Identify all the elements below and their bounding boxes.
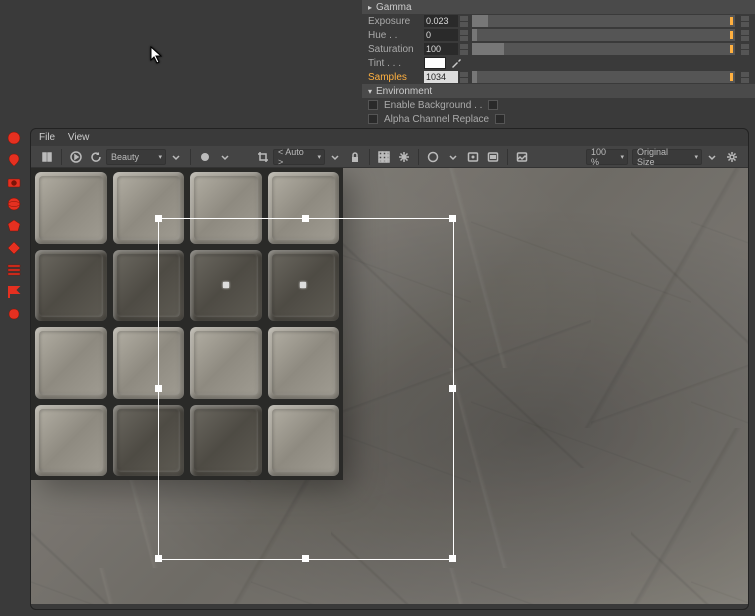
size-dropdown[interactable]: Original Size bbox=[632, 149, 702, 165]
handle-mr[interactable] bbox=[449, 385, 456, 392]
section-gamma[interactable]: Gamma bbox=[362, 0, 755, 14]
dropdown-caret-icon[interactable] bbox=[327, 149, 343, 165]
viewer-menubar: File View bbox=[31, 129, 748, 146]
enable-bg-label: Enable Background . . bbox=[384, 100, 482, 111]
sphere-icon[interactable] bbox=[4, 128, 24, 148]
row-alpha: Alpha Channel Replace bbox=[362, 112, 755, 126]
enable-bg-checkbox-2[interactable] bbox=[488, 100, 498, 110]
hue-label: Hue . . bbox=[368, 30, 424, 41]
hue-spinner[interactable] bbox=[460, 29, 468, 41]
samples-spinner[interactable] bbox=[460, 71, 468, 83]
samples-slider[interactable] bbox=[472, 71, 735, 83]
enable-bg-checkbox[interactable] bbox=[368, 100, 378, 110]
exposure-slider[interactable] bbox=[472, 15, 735, 27]
play-icon[interactable] bbox=[68, 149, 84, 165]
exposure-spinner[interactable] bbox=[460, 15, 468, 27]
saturation-slider[interactable] bbox=[472, 43, 735, 55]
snowflake-icon[interactable] bbox=[396, 149, 412, 165]
menu-view[interactable]: View bbox=[68, 132, 90, 143]
row-tint: Tint . . . bbox=[362, 56, 755, 70]
handle-bm[interactable] bbox=[302, 555, 309, 562]
blob-icon[interactable] bbox=[4, 304, 24, 324]
row-samples: Samples bbox=[362, 70, 755, 84]
tile bbox=[35, 327, 107, 399]
saturation-input[interactable] bbox=[424, 43, 458, 55]
tint-swatch[interactable] bbox=[424, 57, 446, 69]
samples-spinner-right[interactable] bbox=[741, 71, 749, 83]
row-saturation: Saturation bbox=[362, 42, 755, 56]
layer-dropdown[interactable]: Beauty bbox=[106, 149, 166, 165]
alpha-checkbox[interactable] bbox=[368, 114, 378, 124]
auto-dropdown[interactable]: < Auto > bbox=[273, 149, 325, 165]
render-viewer: File View Beauty < Auto > 100 % Original… bbox=[30, 128, 749, 610]
handle-br[interactable] bbox=[449, 555, 456, 562]
handle-bl[interactable] bbox=[155, 555, 162, 562]
tile bbox=[35, 405, 107, 477]
separator bbox=[418, 149, 419, 165]
tile bbox=[35, 250, 107, 322]
dropdown-caret-icon[interactable] bbox=[445, 149, 461, 165]
snapshot-a-icon[interactable] bbox=[465, 149, 481, 165]
dropdown-caret-icon[interactable] bbox=[704, 149, 720, 165]
hue-spinner-right[interactable] bbox=[741, 29, 749, 41]
alpha-checkbox-2[interactable] bbox=[495, 114, 505, 124]
image-icon[interactable] bbox=[514, 149, 530, 165]
polyhedron-icon[interactable] bbox=[4, 216, 24, 236]
handle-tl[interactable] bbox=[155, 215, 162, 222]
render-canvas[interactable] bbox=[31, 168, 748, 604]
zoom-dropdown[interactable]: 100 % bbox=[586, 149, 628, 165]
circle-icon[interactable] bbox=[425, 149, 441, 165]
pause-icon[interactable] bbox=[39, 149, 55, 165]
selection-rectangle[interactable] bbox=[158, 218, 454, 560]
globe-icon[interactable] bbox=[4, 194, 24, 214]
gear-icon[interactable] bbox=[724, 149, 740, 165]
tile bbox=[35, 172, 107, 244]
properties-panel: Gamma Exposure Hue . . Saturation Tint .… bbox=[362, 0, 755, 118]
hue-slider[interactable] bbox=[472, 29, 735, 41]
row-hue: Hue . . bbox=[362, 28, 755, 42]
separator bbox=[369, 149, 370, 165]
separator bbox=[61, 149, 62, 165]
camera-icon[interactable] bbox=[4, 172, 24, 192]
crop-icon[interactable] bbox=[255, 149, 271, 165]
separator bbox=[507, 149, 508, 165]
saturation-label: Saturation bbox=[368, 44, 424, 55]
samples-label: Samples bbox=[368, 72, 424, 83]
separator bbox=[190, 149, 191, 165]
diamond-icon[interactable] bbox=[4, 238, 24, 258]
tool-strip bbox=[2, 128, 26, 324]
lock-icon[interactable] bbox=[347, 149, 363, 165]
exposure-label: Exposure bbox=[368, 16, 424, 27]
handle-tm[interactable] bbox=[302, 215, 309, 222]
refresh-icon[interactable] bbox=[88, 149, 104, 165]
exposure-spinner-right[interactable] bbox=[741, 15, 749, 27]
saturation-spinner-right[interactable] bbox=[741, 43, 749, 55]
samples-input[interactable] bbox=[424, 71, 458, 83]
flag-icon[interactable] bbox=[4, 282, 24, 302]
alpha-label: Alpha Channel Replace bbox=[384, 114, 489, 125]
section-environment[interactable]: Environment bbox=[362, 84, 755, 98]
menu-file[interactable]: File bbox=[39, 132, 55, 143]
section-gamma-label: Gamma bbox=[376, 2, 412, 13]
list-icon[interactable] bbox=[4, 260, 24, 280]
row-exposure: Exposure bbox=[362, 14, 755, 28]
dropdown-caret-icon[interactable] bbox=[168, 149, 184, 165]
tint-label: Tint . . . bbox=[368, 58, 424, 69]
eyedropper-icon[interactable] bbox=[450, 57, 462, 69]
dropdown-caret-icon[interactable] bbox=[217, 149, 233, 165]
saturation-spinner[interactable] bbox=[460, 43, 468, 55]
pin-icon[interactable] bbox=[4, 150, 24, 170]
handle-ml[interactable] bbox=[155, 385, 162, 392]
grid-icon[interactable] bbox=[376, 149, 392, 165]
mouse-cursor bbox=[150, 46, 164, 67]
row-enable-bg: Enable Background . . bbox=[362, 98, 755, 112]
channels-icon[interactable] bbox=[197, 149, 213, 165]
hue-input[interactable] bbox=[424, 29, 458, 41]
snapshot-b-icon[interactable] bbox=[485, 149, 501, 165]
handle-tr[interactable] bbox=[449, 215, 456, 222]
viewer-toolbar: Beauty < Auto > 100 % Original Size bbox=[31, 146, 748, 168]
exposure-input[interactable] bbox=[424, 15, 458, 27]
section-environment-label: Environment bbox=[376, 86, 432, 97]
